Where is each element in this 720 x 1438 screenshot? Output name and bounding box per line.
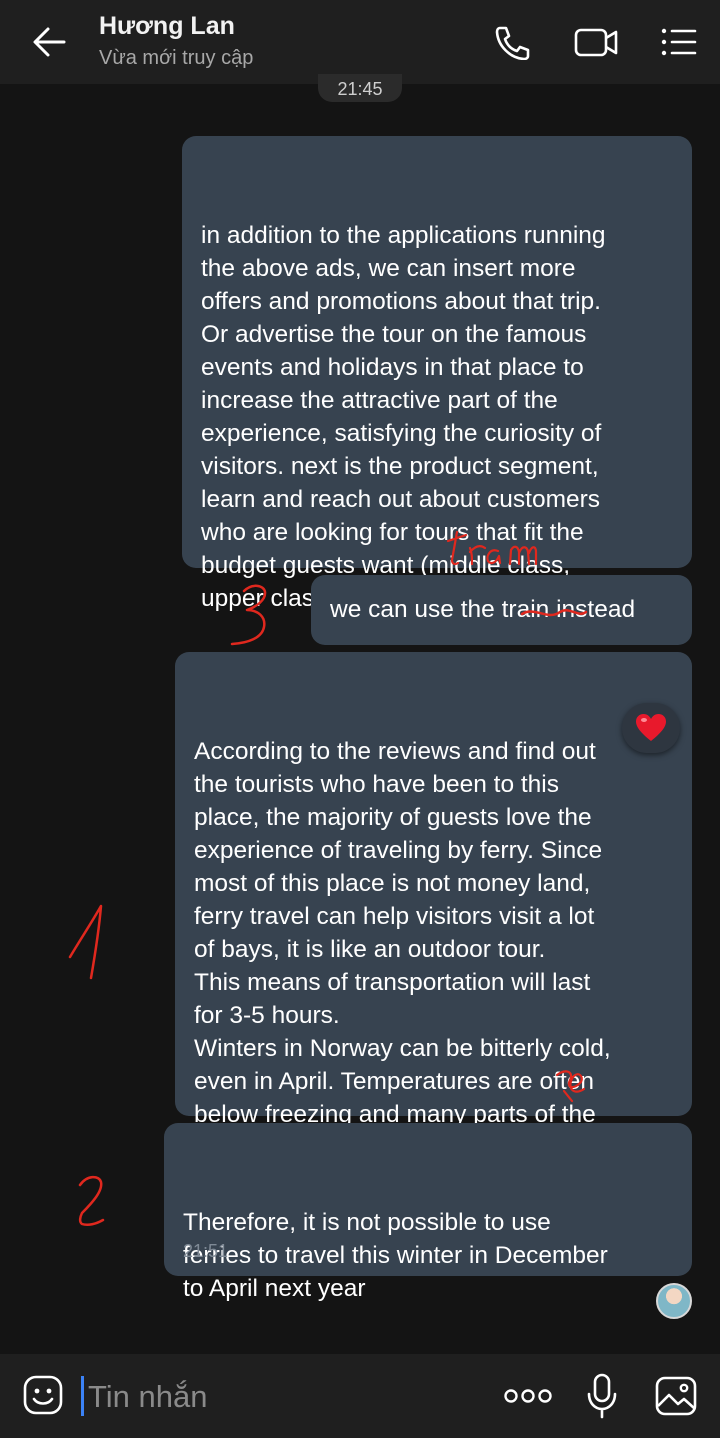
handwritten-annotations bbox=[68, 530, 588, 1227]
scribble-mark bbox=[555, 1070, 586, 1103]
sticker-smiley-icon bbox=[23, 1375, 63, 1415]
send-image-button[interactable] bbox=[654, 1374, 698, 1418]
message-input[interactable] bbox=[86, 1376, 480, 1418]
image-icon bbox=[655, 1376, 697, 1416]
more-dots-icon bbox=[504, 1389, 552, 1403]
handwritten-number-1 bbox=[68, 904, 103, 980]
emoji-button[interactable] bbox=[22, 1374, 64, 1416]
message-composer bbox=[0, 1354, 720, 1438]
handwritten-tram bbox=[446, 530, 538, 566]
microphone-icon bbox=[587, 1373, 617, 1419]
handwritten-number-3 bbox=[230, 584, 267, 646]
handwritten-number-2 bbox=[78, 1175, 105, 1227]
strike-through-mark bbox=[520, 609, 588, 617]
text-cursor bbox=[81, 1376, 84, 1416]
voice-message-button[interactable] bbox=[585, 1372, 619, 1420]
more-options-button[interactable] bbox=[502, 1382, 554, 1410]
